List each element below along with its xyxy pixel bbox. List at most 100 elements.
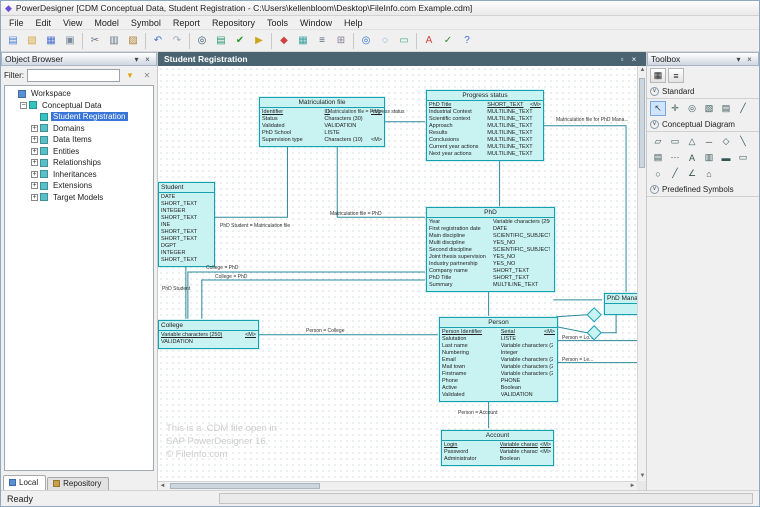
- list-view-icon[interactable]: ≡: [668, 68, 684, 83]
- toolbox-section-conceptual-diagram[interactable]: ∨ Conceptual Diagram: [647, 118, 759, 132]
- entity-phd-mana[interactable]: PhD Mana...: [604, 293, 637, 315]
- zoom-out-icon[interactable]: ◌: [376, 32, 394, 50]
- properties-icon[interactable]: ▤: [212, 32, 230, 50]
- title-box-tool-icon[interactable]: ▬: [718, 150, 734, 165]
- tree-item-domains[interactable]: + Domains: [5, 123, 153, 135]
- menu-symbol[interactable]: Symbol: [125, 17, 167, 29]
- undo-icon[interactable]: ↶: [149, 32, 167, 50]
- diagram-restore-icon[interactable]: ▫: [616, 55, 628, 64]
- full-page-icon[interactable]: ▭: [395, 32, 413, 50]
- tree-item-data-items[interactable]: + Data Items: [5, 134, 153, 146]
- entity-person[interactable]: Person Person Identifier Serial <M> Salutati…: [439, 317, 558, 402]
- text-tool-icon[interactable]: A: [684, 150, 700, 165]
- file-tool-icon[interactable]: ▤: [650, 150, 666, 165]
- menu-help[interactable]: Help: [338, 17, 369, 29]
- filter-apply-icon[interactable]: ▼: [123, 68, 137, 82]
- menu-file[interactable]: File: [3, 17, 30, 29]
- association-tool-icon[interactable]: ◇: [718, 134, 734, 149]
- toolbox-section-standard[interactable]: ∨ Standard: [647, 85, 759, 99]
- new-model-icon[interactable]: ▤: [4, 32, 22, 50]
- cut-icon[interactable]: ✂: [86, 32, 104, 50]
- copy-icon[interactable]: ▥: [105, 32, 123, 50]
- tree-item-inheritances[interactable]: + Inheritances: [5, 169, 153, 181]
- tree-expander-icon[interactable]: +: [31, 182, 38, 190]
- scroll-right-icon[interactable]: ►: [628, 482, 637, 490]
- open-diagram-tool-icon[interactable]: ▧: [701, 101, 717, 116]
- note-link-tool-icon[interactable]: ⋯: [667, 150, 683, 165]
- categories-view-icon[interactable]: ▦: [650, 68, 666, 83]
- group-symbols-icon[interactable]: ⊞: [332, 32, 350, 50]
- scroll-left-icon[interactable]: ◄: [158, 482, 167, 490]
- tab-local[interactable]: Local: [3, 475, 47, 490]
- print-icon[interactable]: ▣: [61, 32, 79, 50]
- tree-item-conceptual-data[interactable]: − Conceptual Data: [5, 100, 153, 112]
- toolbox-close-icon[interactable]: ×: [744, 55, 755, 64]
- scroll-up-icon[interactable]: ▲: [638, 66, 646, 75]
- diagram-canvas[interactable]: This is a .CDM file open in SAP PowerDes…: [158, 66, 637, 481]
- panel-menu-icon[interactable]: ▾: [131, 55, 142, 64]
- tree-expander-icon[interactable]: +: [31, 170, 38, 178]
- spell-check-icon[interactable]: ✓: [439, 32, 457, 50]
- check-model-icon[interactable]: ✔: [231, 32, 249, 50]
- polyline-tool-icon[interactable]: ∠: [684, 166, 700, 181]
- zoom-in-tool-icon[interactable]: ◎: [684, 101, 700, 116]
- align-icon[interactable]: ≡: [313, 32, 331, 50]
- save-icon[interactable]: ▦: [42, 32, 60, 50]
- vertical-scroll-thumb[interactable]: [639, 78, 645, 168]
- menu-tools[interactable]: Tools: [261, 17, 294, 29]
- redo-icon[interactable]: ↷: [168, 32, 186, 50]
- tree-item-extensions[interactable]: + Extensions: [5, 180, 153, 192]
- tab-repository[interactable]: Repository: [47, 477, 110, 490]
- polygon-tool-icon[interactable]: ⌂: [701, 166, 717, 181]
- entity-college[interactable]: College Variable characters (250) <M> VALID…: [158, 320, 259, 349]
- tree-item-entities[interactable]: + Entities: [5, 146, 153, 158]
- entity-account[interactable]: AccountLogin Variable characters (250)<M>…: [441, 430, 554, 466]
- inheritance-tool-icon[interactable]: △: [684, 134, 700, 149]
- tree-expander-icon[interactable]: +: [31, 159, 38, 167]
- menu-repository[interactable]: Repository: [206, 17, 261, 29]
- tree-expander-icon[interactable]: +: [31, 124, 38, 132]
- rectangle-tool-icon[interactable]: ▭: [735, 150, 751, 165]
- toolbox-section-predefined-symbols[interactable]: ∨ Predefined Symbols: [647, 183, 759, 197]
- paste-icon[interactable]: ▨: [124, 32, 142, 50]
- tree-expander-icon[interactable]: +: [31, 147, 38, 155]
- open-model-icon[interactable]: ▧: [23, 32, 41, 50]
- generate-icon[interactable]: ▶: [250, 32, 268, 50]
- tree-item-target-models[interactable]: + Target Models: [5, 192, 153, 204]
- show-grid-icon[interactable]: ▦: [294, 32, 312, 50]
- menu-edit[interactable]: Edit: [30, 17, 58, 29]
- entity-progress-status[interactable]: Progress status PhD Title SHORT_TEXT <M> Ind…: [426, 90, 544, 161]
- entity-matriculation-file[interactable]: Matriculation file Identifier ID <M> Status C…: [259, 97, 385, 147]
- find-icon[interactable]: ◎: [193, 32, 211, 50]
- panel-close-icon[interactable]: ×: [142, 55, 153, 64]
- scroll-down-icon[interactable]: ▼: [638, 472, 646, 481]
- zoom-in-icon[interactable]: ◎: [357, 32, 375, 50]
- diagram-close-icon[interactable]: ×: [628, 55, 640, 64]
- help-icon[interactable]: ?: [458, 32, 476, 50]
- tree-item-workspace[interactable]: Workspace: [5, 88, 153, 100]
- entity-phd[interactable]: PhD Year Variable characters (250) First re…: [426, 207, 555, 292]
- filter-input[interactable]: [27, 68, 120, 82]
- pointer-tool-icon[interactable]: ↖: [650, 101, 666, 116]
- menu-report[interactable]: Report: [167, 17, 206, 29]
- tree-item-relationships[interactable]: + Relationships: [5, 157, 153, 169]
- ellipse-tool-icon[interactable]: ○: [650, 166, 666, 181]
- entity-tool-icon[interactable]: ▭: [667, 134, 683, 149]
- language-icon[interactable]: A: [420, 32, 438, 50]
- tree-expander-icon[interactable]: −: [20, 101, 27, 109]
- tree-expander-icon[interactable]: +: [31, 193, 38, 201]
- vertical-scrollbar[interactable]: ▲ ▼: [637, 66, 646, 481]
- tree-item-student-registration[interactable]: Student Registration: [5, 111, 153, 123]
- filter-clear-icon[interactable]: ✕: [140, 68, 154, 82]
- tree-expander-icon[interactable]: +: [31, 136, 38, 144]
- line-tool-icon[interactable]: ╱: [667, 166, 683, 181]
- relationship-tool-icon[interactable]: ─: [701, 134, 717, 149]
- toolbox-menu-icon[interactable]: ▾: [733, 55, 744, 64]
- menu-window[interactable]: Window: [294, 17, 338, 29]
- note-shape-tool-icon[interactable]: ▥: [701, 150, 717, 165]
- grabber-tool-icon[interactable]: ✛: [667, 101, 683, 116]
- horizontal-scroll-thumb[interactable]: [170, 483, 320, 489]
- palette-icon[interactable]: ◆: [275, 32, 293, 50]
- entity-student[interactable]: Student DATE SHORT_TEXT INTEGER SHORT_TEXT IN…: [158, 182, 215, 267]
- menu-view[interactable]: View: [57, 17, 88, 29]
